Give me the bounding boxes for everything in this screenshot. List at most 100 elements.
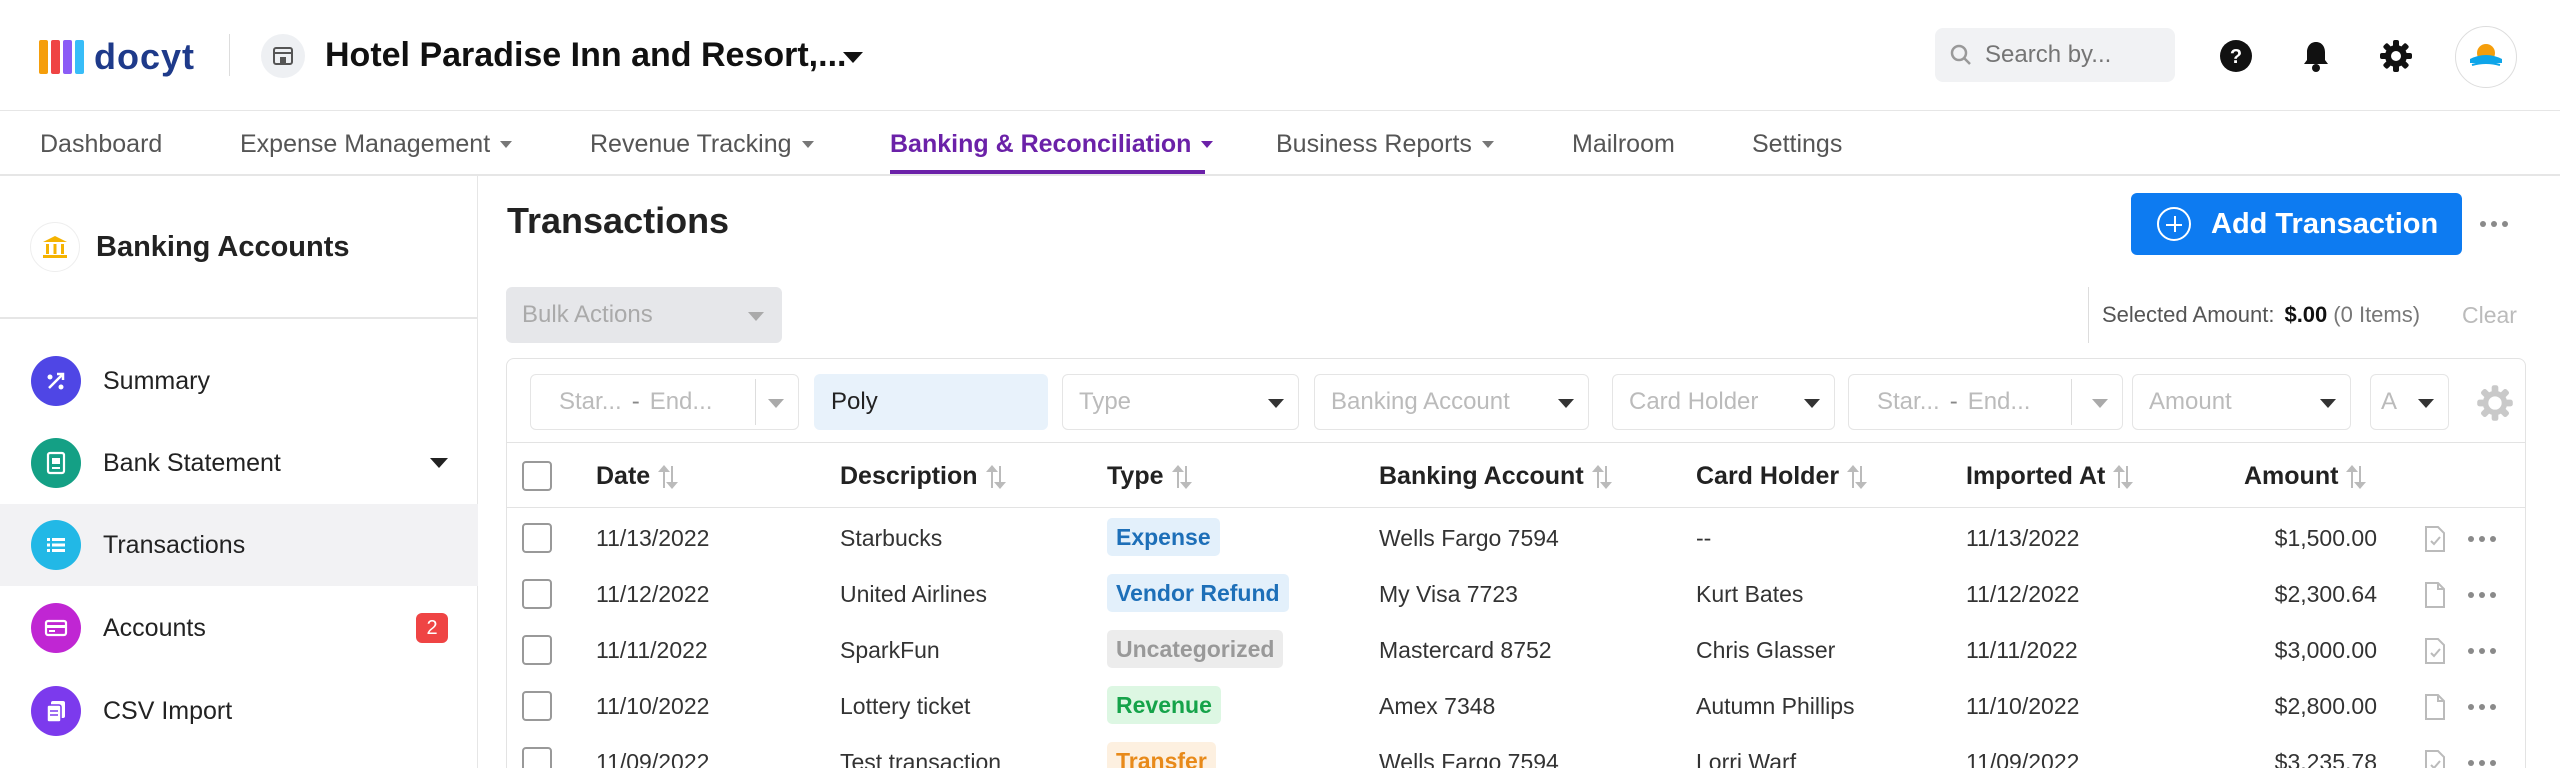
imported-start-input[interactable]: Star... xyxy=(1877,388,1940,416)
amount-filter[interactable]: Amount xyxy=(2132,374,2351,430)
type-badge[interactable]: Transfer xyxy=(1107,742,1216,768)
document-verified-icon[interactable] xyxy=(2423,749,2447,768)
sidebar-item-bank-statement[interactable]: Bank Statement xyxy=(0,422,478,504)
banking-account-filter[interactable]: Banking Account xyxy=(1314,374,1589,430)
select-all-checkbox[interactable] xyxy=(522,461,552,491)
column-header-imported-at[interactable]: Imported At xyxy=(1966,462,2134,491)
cell-date: 11/13/2022 xyxy=(596,525,710,551)
docyt-logo[interactable]: docyt xyxy=(39,36,195,78)
chevron-down-icon xyxy=(1201,140,1214,148)
column-header-description[interactable]: Description xyxy=(840,462,1006,491)
document-verified-icon[interactable] xyxy=(2423,637,2447,670)
accounts-count-badge: 2 xyxy=(416,613,448,643)
row-more-icon[interactable] xyxy=(2468,592,2496,598)
column-header-date[interactable]: Date xyxy=(596,462,679,491)
selection-divider xyxy=(2088,287,2089,343)
add-transaction-button[interactable]: Add Transaction xyxy=(2131,193,2462,255)
clear-selection-link[interactable]: Clear xyxy=(2462,302,2517,329)
type-badge[interactable]: Uncategorized xyxy=(1107,630,1284,668)
global-search[interactable] xyxy=(1935,28,2175,82)
sidebar-item-summary[interactable]: Summary xyxy=(0,340,478,422)
nav-label: Dashboard xyxy=(40,129,163,158)
imported-separator: - xyxy=(1949,388,1958,415)
gear-icon[interactable] xyxy=(2376,36,2416,76)
row-more-icon[interactable] xyxy=(2468,536,2496,542)
cell-imported-at: 11/11/2022 xyxy=(1966,637,2078,663)
column-header-type[interactable]: Type xyxy=(1107,462,1192,491)
description-filter[interactable]: Poly xyxy=(814,374,1048,430)
column-label: Imported At xyxy=(1966,462,2106,490)
nav-expense-management[interactable]: Expense Management xyxy=(240,126,513,162)
row-checkbox[interactable] xyxy=(522,635,552,665)
column-label: Amount xyxy=(2244,462,2339,490)
row-more-icon[interactable] xyxy=(2468,760,2496,766)
column-label: Description xyxy=(840,462,978,490)
more-options-icon[interactable] xyxy=(2480,221,2508,227)
imported-end-input[interactable]: End... xyxy=(1968,388,2031,416)
date-range-filter[interactable]: Star... - End... xyxy=(530,374,799,430)
sidebar-item-transactions[interactable]: Transactions xyxy=(0,504,478,586)
column-header-card-holder[interactable]: Card Holder xyxy=(1696,462,1868,491)
nav-dashboard[interactable]: Dashboard xyxy=(40,126,162,162)
cell-imported-at: 11/12/2022 xyxy=(1966,581,2080,607)
card-holder-filter[interactable]: Card Holder xyxy=(1612,374,1835,430)
date-end-input[interactable]: End... xyxy=(650,388,713,416)
sidebar-item-csv-import[interactable]: CSV Import xyxy=(0,670,478,752)
svg-text:?: ? xyxy=(2230,46,2242,68)
table-row[interactable]: 11/13/2022 Starbucks Expense Wells Fargo 75… xyxy=(507,510,2525,566)
bell-icon[interactable] xyxy=(2296,36,2336,76)
search-input[interactable] xyxy=(1985,41,2155,69)
type-badge[interactable]: Revenue xyxy=(1107,686,1221,724)
sort-icon xyxy=(658,464,679,489)
table-row[interactable]: 11/12/2022 United Airlines Vendor Refund My… xyxy=(507,566,2525,622)
nav-revenue-tracking[interactable]: Revenue Tracking xyxy=(590,126,814,162)
cell-card-holder: Chris Glasser xyxy=(1696,637,1836,663)
table-row[interactable]: 11/10/2022 Lottery ticket Revenue Amex 7348… xyxy=(507,678,2525,734)
avatar[interactable] xyxy=(2455,26,2517,88)
type-badge[interactable]: Vendor Refund xyxy=(1107,574,1289,612)
row-more-icon[interactable] xyxy=(2468,648,2496,654)
document-icon[interactable] xyxy=(2423,581,2447,614)
document-icon[interactable] xyxy=(2423,693,2447,726)
chevron-down-icon[interactable] xyxy=(430,458,448,468)
row-more-icon[interactable] xyxy=(2468,704,2496,710)
nav-banking-reconciliation[interactable]: Banking & Reconciliation xyxy=(890,126,1214,162)
column-label: Type xyxy=(1107,462,1164,490)
table-row[interactable]: 11/11/2022 SparkFun Uncategorized Mastercar… xyxy=(507,622,2525,678)
table-row[interactable]: 11/09/2022 Test transaction Transfer Wells … xyxy=(507,734,2525,768)
cell-banking-account: Mastercard 8752 xyxy=(1379,637,1552,663)
row-checkbox[interactable] xyxy=(522,523,552,553)
row-checkbox[interactable] xyxy=(522,691,552,721)
selected-count: (0 Items) xyxy=(2333,302,2421,327)
extra-filter[interactable]: A xyxy=(2370,374,2449,430)
sidebar-item-accounts[interactable]: Accounts 2 xyxy=(0,587,478,669)
nav-business-reports[interactable]: Business Reports xyxy=(1276,126,1494,162)
cell-date: 11/09/2022 xyxy=(596,749,710,768)
column-settings-gear-icon[interactable] xyxy=(2475,383,2515,428)
add-transaction-label: Add Transaction xyxy=(2211,207,2439,240)
logo-mark xyxy=(39,40,84,74)
type-filter[interactable]: Type xyxy=(1062,374,1299,430)
extra-filter-label: A xyxy=(2381,388,2398,415)
selected-amount-value: $.00 xyxy=(2284,302,2328,327)
type-badge[interactable]: Expense xyxy=(1107,518,1220,556)
chevron-down-icon xyxy=(768,399,784,408)
nav-mailroom[interactable]: Mailroom xyxy=(1572,126,1675,162)
bulk-actions-select[interactable]: Bulk Actions xyxy=(506,287,782,343)
date-start-input[interactable]: Star... xyxy=(559,388,622,416)
bank-statement-icon xyxy=(31,438,81,488)
nav-label: Mailroom xyxy=(1572,129,1675,158)
column-header-amount[interactable]: Amount xyxy=(2244,462,2367,491)
sidebar-item-label: Accounts xyxy=(103,613,206,642)
chevron-down-icon[interactable] xyxy=(843,52,863,63)
row-checkbox[interactable] xyxy=(522,747,552,768)
row-checkbox[interactable] xyxy=(522,579,552,609)
help-icon[interactable]: ? xyxy=(2216,36,2256,76)
cell-description: SparkFun xyxy=(840,637,940,663)
nav-settings[interactable]: Settings xyxy=(1752,126,1842,162)
document-verified-icon[interactable] xyxy=(2423,525,2447,558)
cell-description: Lottery ticket xyxy=(840,693,971,719)
column-header-banking-account[interactable]: Banking Account xyxy=(1379,462,1612,491)
imported-date-filter[interactable]: Star... - End... xyxy=(1848,374,2123,430)
business-selector[interactable]: Hotel Paradise Inn and Resort,... xyxy=(325,36,846,75)
